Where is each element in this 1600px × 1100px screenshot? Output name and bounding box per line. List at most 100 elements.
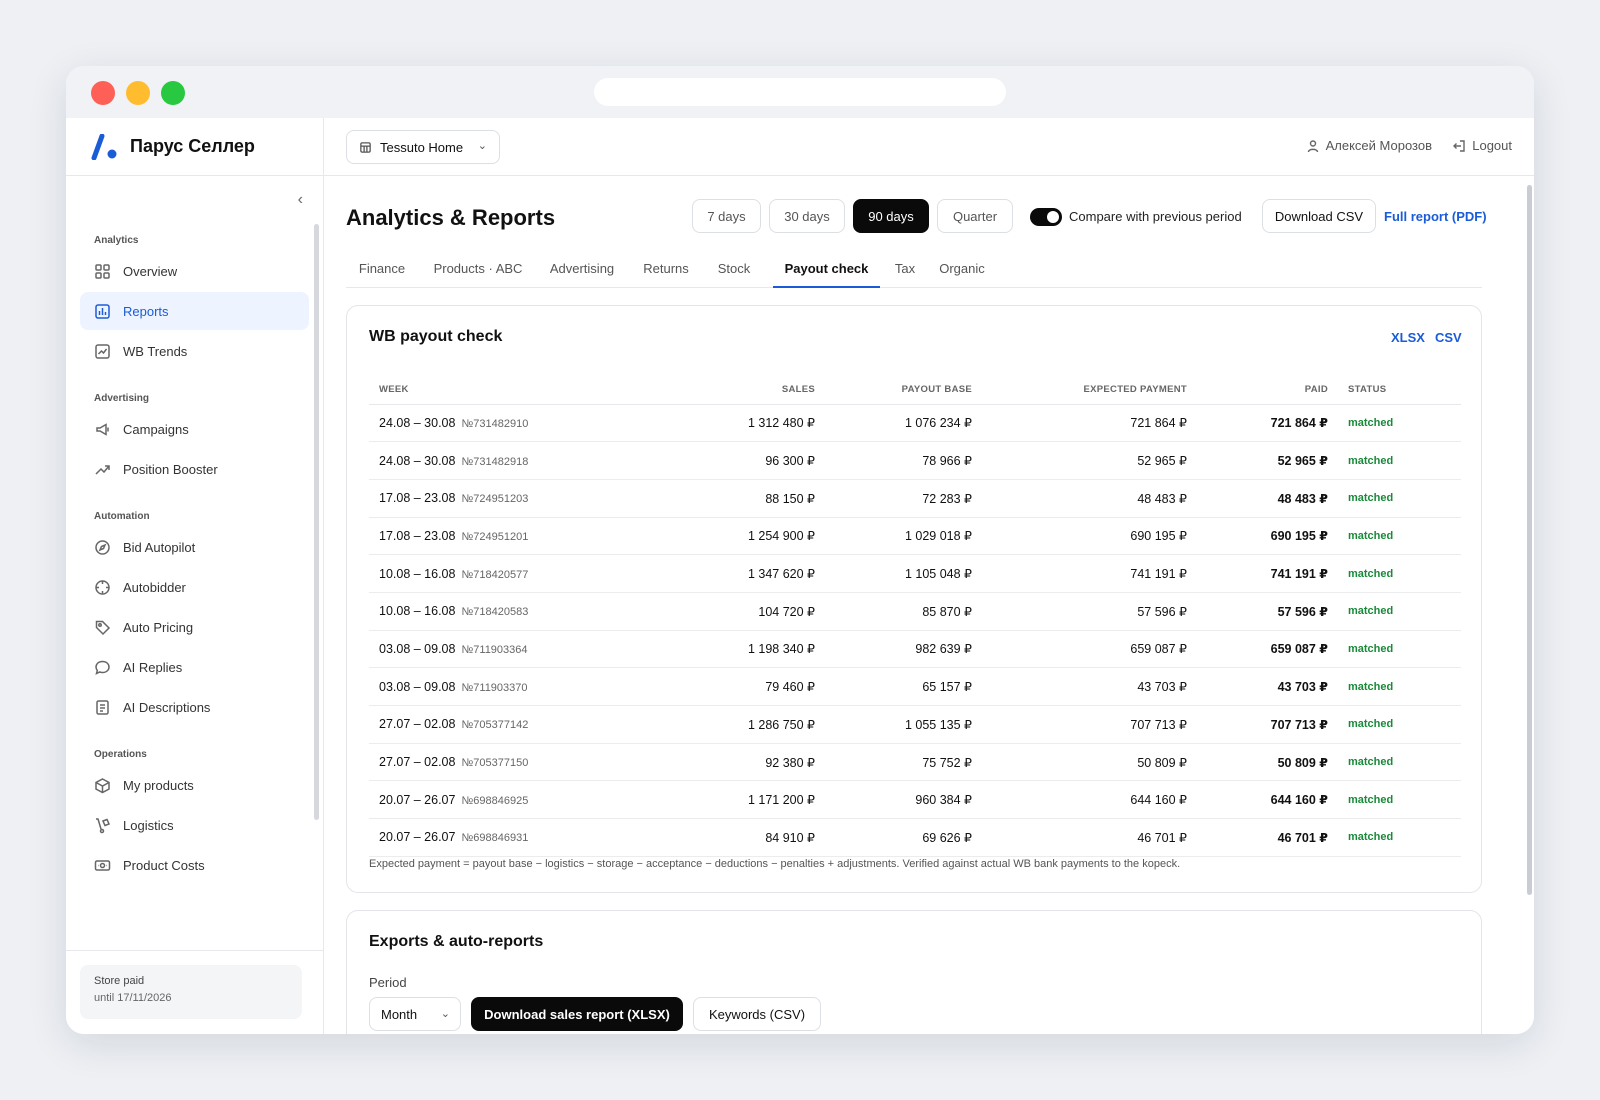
table-row[interactable]: 17.08 – 23.08 №724951203 88 150 ₽72 283 ₽ 4… (369, 479, 1461, 518)
address-bar[interactable] (594, 78, 1006, 106)
table-row[interactable]: 24.08 – 30.08 №731482910 1 312 480 ₽1 076 … (369, 404, 1461, 443)
status-badge: matched (1338, 743, 1461, 782)
nav-group-operations: Operations (94, 749, 147, 760)
table-row[interactable]: 20.07 – 26.07 №698846931 84 910 ₽69 626 ₽4… (369, 818, 1461, 857)
nav-gap (66, 372, 323, 384)
user-menu[interactable]: Алексей Морозов (1306, 138, 1432, 153)
tab-finance[interactable]: Finance (346, 250, 418, 288)
cell-expected-payment: 721 864 ₽ (982, 404, 1197, 443)
column-sales[interactable]: Sales (659, 376, 825, 405)
exports-title: Exports & auto-reports (369, 933, 544, 950)
period-90-days[interactable]: 90 days (853, 199, 929, 233)
week-range: 17.08 – 23.08 (379, 491, 456, 506)
period-7-days[interactable]: 7 days (692, 199, 761, 233)
status-badge: matched (1338, 554, 1461, 593)
tab-products-abc[interactable]: Products · ABC (426, 250, 530, 288)
payout-report-number: №705377150 (461, 757, 529, 770)
period-select[interactable]: Month ⌄ (369, 997, 461, 1031)
sidebar-item-label: Logistics (123, 817, 174, 833)
cell-payout-base: 1 029 018 ₽ (825, 517, 982, 556)
table-row[interactable]: 24.08 – 30.08 №731482918 96 300 ₽78 966 ₽5… (369, 441, 1461, 480)
week-range: 10.08 – 16.08 (379, 604, 456, 619)
close-window-button[interactable] (91, 81, 115, 105)
export-xlsx-link[interactable]: XLSX (1391, 330, 1425, 345)
maximize-window-button[interactable] (161, 81, 185, 105)
sidebar-item-product-costs[interactable]: Product Costs (80, 846, 309, 884)
tab-organic[interactable]: Organic (930, 250, 994, 288)
export-csv-link[interactable]: CSV (1435, 330, 1462, 345)
week-range: 03.08 – 09.08 (379, 641, 456, 656)
logout-button[interactable]: Logout (1452, 138, 1512, 153)
period-quarter[interactable]: Quarter (937, 199, 1013, 233)
full-report-pdf-link[interactable]: Full report (PDF) (1384, 209, 1487, 224)
table-row[interactable]: 10.08 – 16.08 №718420583 104 720 ₽85 870 ₽… (369, 592, 1461, 631)
sidebar-item-ai-replies[interactable]: AI Replies (80, 648, 309, 686)
sidebar-item-autobidder[interactable]: Autobidder (80, 568, 309, 606)
compare-toggle[interactable] (1030, 208, 1062, 226)
column-expected-payment[interactable]: Expected payment (982, 376, 1197, 405)
tab-stock[interactable]: Stock (706, 250, 762, 288)
cell-sales: 96 300 ₽ (659, 441, 825, 480)
sidebar-item-my-products[interactable]: My products (80, 766, 309, 804)
tab-tax[interactable]: Tax (888, 250, 922, 288)
table-row[interactable]: 10.08 – 16.08 №718420577 1 347 620 ₽1 105 … (369, 554, 1461, 593)
sidebar-item-logistics[interactable]: Logistics (80, 806, 309, 844)
tab-returns[interactable]: Returns (634, 250, 698, 288)
cell-expected-payment: 690 195 ₽ (982, 517, 1197, 556)
column-paid[interactable]: Paid (1197, 376, 1338, 405)
grid-icon (95, 263, 110, 279)
table-row[interactable]: 27.07 – 02.08 №705377150 92 380 ₽75 752 ₽5… (369, 743, 1461, 782)
cell-payout-base: 72 283 ₽ (825, 479, 982, 518)
sidebar-item-label: AI Descriptions (123, 699, 211, 715)
main-scrollbar[interactable] (1527, 185, 1532, 895)
sidebar-item-campaigns[interactable]: Campaigns (80, 410, 309, 448)
cell-week: 27.07 – 02.08 №705377150 (369, 743, 659, 782)
payout-check-title: WB payout check (369, 328, 503, 345)
cell-expected-payment: 57 596 ₽ (982, 592, 1197, 631)
column-payout-base[interactable]: Payout base (825, 376, 982, 405)
cell-paid: 644 160 ₽ (1197, 780, 1338, 820)
browser-window: Парус Селлер ‹ Analytics Overview Reports W… (66, 66, 1534, 1034)
status-badge: matched (1338, 818, 1461, 857)
sidebar-item-position-booster[interactable]: Position Booster (80, 450, 309, 488)
cell-paid: 46 701 ₽ (1197, 818, 1338, 857)
download-csv-button[interactable]: Download CSV (1262, 199, 1376, 233)
download-sales-report-button[interactable]: Download sales report (XLSX) (471, 997, 683, 1031)
sidebar-item-bid-autopilot[interactable]: Bid Autopilot (80, 528, 309, 566)
cell-sales: 88 150 ₽ (659, 479, 825, 518)
cell-week: 20.07 – 26.07 №698846931 (369, 818, 659, 857)
table-row[interactable]: 03.08 – 09.08 №711903370 79 460 ₽65 157 ₽4… (369, 667, 1461, 706)
payout-report-number: №724951201 (461, 530, 529, 543)
sidebar-item-auto-pricing[interactable]: Auto Pricing (80, 608, 309, 646)
compass-icon (95, 539, 110, 555)
minimize-window-button[interactable] (126, 81, 150, 105)
column-status[interactable]: Status (1338, 376, 1461, 405)
cell-week: 17.08 – 23.08 №724951203 (369, 479, 659, 518)
table-row[interactable]: 03.08 – 09.08 №711903364 1 198 340 ₽982 63… (369, 630, 1461, 669)
sidebar-item-label: Position Booster (123, 461, 218, 477)
keywords-csv-button[interactable]: Keywords (CSV) (693, 997, 821, 1031)
payout-report-number: №711903370 (461, 681, 528, 694)
sidebar-scrollbar[interactable] (314, 224, 319, 820)
logout-label: Logout (1472, 138, 1512, 153)
period-30-days[interactable]: 30 days (769, 199, 845, 233)
cell-sales: 1 286 750 ₽ (659, 705, 825, 744)
sidebar-item-reports[interactable]: Reports (80, 292, 309, 330)
sidebar-item-ai-descriptions[interactable]: AI Descriptions (80, 688, 309, 726)
table-row[interactable]: 27.07 – 02.08 №705377142 1 286 750 ₽1 055 … (369, 705, 1461, 744)
column-week[interactable]: Week (369, 376, 659, 405)
sidebar-item-label: Campaigns (123, 421, 189, 437)
brand-logo[interactable]: Парус Селлер (66, 118, 323, 176)
cell-week: 24.08 – 30.08 №731482918 (369, 441, 659, 480)
sidebar-item-overview[interactable]: Overview (80, 252, 309, 290)
chevron-left-icon[interactable]: ‹ (298, 191, 303, 209)
store-selector[interactable]: Tessuto Home ⌄ (346, 130, 500, 164)
table-row[interactable]: 17.08 – 23.08 №724951201 1 254 900 ₽1 029 … (369, 517, 1461, 556)
tab-advertising[interactable]: Advertising (538, 250, 626, 288)
brand-name: Парус Селлер (130, 136, 255, 156)
table-row[interactable]: 20.07 – 26.07 №698846925 1 171 200 ₽960 38… (369, 780, 1461, 820)
cell-paid: 48 483 ₽ (1197, 479, 1338, 518)
tab-payout-check[interactable]: Payout check (773, 250, 880, 288)
sidebar-item-label: WB Trends (123, 343, 188, 359)
sidebar-item-wb-trends[interactable]: WB Trends (80, 332, 309, 370)
